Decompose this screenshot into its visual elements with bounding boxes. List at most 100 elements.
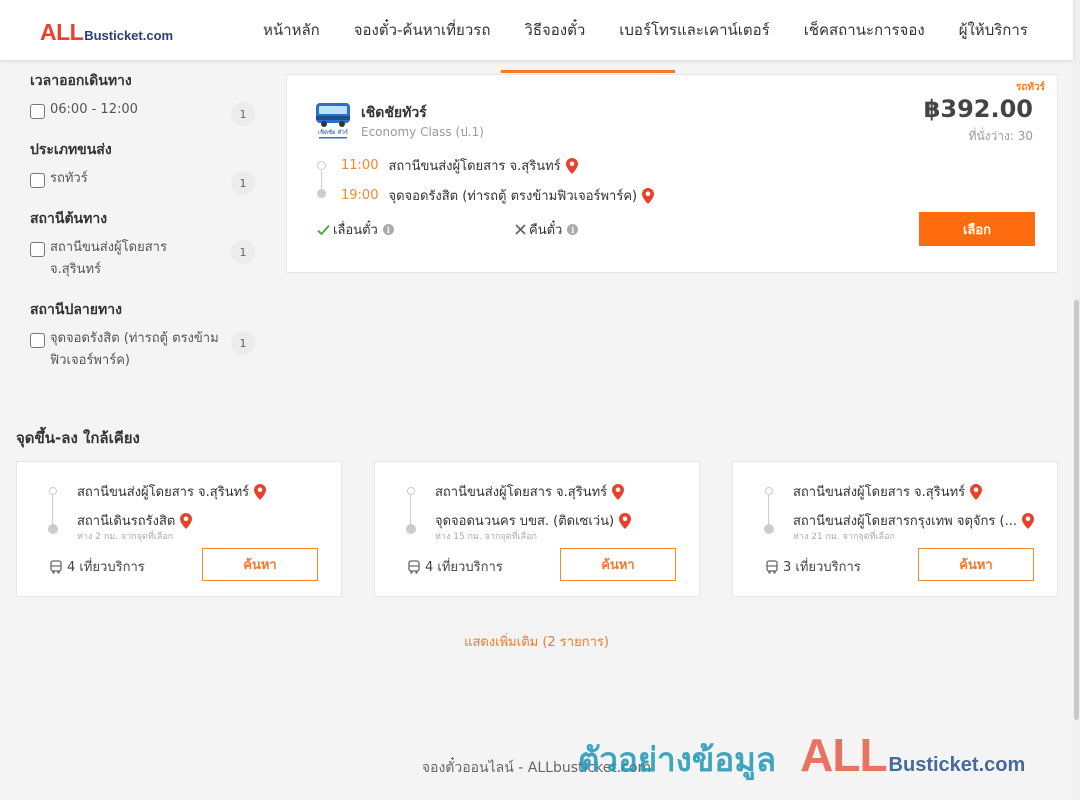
arrival-station: จุดจอดรังสิต (ท่ารถตู้ ตรงข้ามฟิวเจอร์พา… xyxy=(388,189,638,204)
nearby-trip-count: 4 เที่ยวบริการ xyxy=(407,556,503,577)
info-icon[interactable]: i xyxy=(382,224,394,235)
nearby-destination: สถานีขนส่งผู้โดยสารกรุงเทพ จตุจักร (... xyxy=(793,510,1034,531)
filter-title: สถานีปลายทาง xyxy=(30,302,122,318)
nav-check-status[interactable]: เช็คสถานะการจอง xyxy=(787,0,942,60)
filter-option-label: จุดจอดรังสิต (ท่ารถตู้ ตรงข้ามฟิวเจอร์พา… xyxy=(50,331,219,368)
route-line xyxy=(768,495,769,525)
filter-sidebar: เวลาออกเดินทาง 06:00 - 12:00 1 ประเภทขนส… xyxy=(30,70,255,390)
cross-icon xyxy=(515,224,526,235)
filter-count-badge: 1 xyxy=(231,240,255,264)
nearby-distance: ห่าง 15 กม. จากจุดที่เลือก xyxy=(435,532,537,542)
nav-how-to-book[interactable]: วิธีจองตั๋ว xyxy=(507,0,602,60)
filter-option[interactable]: จุดจอดรังสิต (ท่ารถตู้ ตรงข้ามฟิวเจอร์พา… xyxy=(30,331,255,372)
info-icon[interactable]: i xyxy=(567,224,579,235)
filter-transport-type: ประเภทขนส่ง รถทัวร์ 1 xyxy=(30,139,255,195)
filter-count-badge: 1 xyxy=(231,171,255,195)
nearby-card: สถานีขนส่งผู้โดยสาร จ.สุรินทร์ จุดจอดนวน… xyxy=(374,461,700,597)
checkbox[interactable] xyxy=(30,333,45,348)
origin-dot xyxy=(49,487,57,495)
show-more-link[interactable]: แสดงเพิ่มเติม (2 รายการ) xyxy=(0,631,1073,652)
route-line xyxy=(410,495,411,525)
refund-label: คืนตั๋ว xyxy=(529,223,563,238)
operator-name: เชิดชัยทัวร์ xyxy=(361,105,427,121)
nearby-distance: ห่าง 21 กม. จากจุดที่เลือก xyxy=(793,532,895,542)
filter-option-label: รถทัวร์ xyxy=(50,171,88,186)
filter-option[interactable]: สถานีขนส่งผู้โดยสาร จ.สุรินทร์ 1 xyxy=(30,240,255,281)
filter-count-badge: 1 xyxy=(231,331,255,355)
origin-dot xyxy=(765,487,773,495)
origin-dot xyxy=(407,487,415,495)
refund-policy: คืนตั๋ว i xyxy=(515,219,579,240)
checkbox[interactable] xyxy=(30,242,45,257)
site-logo[interactable]: ALL Busticket.com xyxy=(40,19,173,46)
map-pin-icon[interactable] xyxy=(254,483,267,500)
map-pin-icon[interactable] xyxy=(180,512,193,529)
filter-title: ประเภทขนส่ง xyxy=(30,142,112,158)
bus-icon xyxy=(50,559,62,574)
departure-time: 11:00 xyxy=(341,158,379,173)
checkbox[interactable] xyxy=(30,104,45,119)
map-pin-icon[interactable] xyxy=(1021,512,1034,529)
page-scrollbar[interactable] xyxy=(1073,0,1080,800)
nearby-section-title: จุดขึ้น-ลง ใกล้เคียง xyxy=(16,429,140,447)
filter-option[interactable]: รถทัวร์ 1 xyxy=(30,171,255,195)
arrival-dot xyxy=(317,189,326,198)
nav-book-search[interactable]: จองตั๋ว-ค้นหาเที่ยวรถ xyxy=(337,0,508,60)
nearby-destination: สถานีเดินรถรังสิต xyxy=(77,510,193,531)
filter-count-badge: 1 xyxy=(231,102,255,126)
ticket-price: ฿392.00 xyxy=(923,95,1033,123)
seats-available: ที่นั่งว่าง: 30 xyxy=(968,129,1033,143)
nearby-origin: สถานีขนส่งผู้โดยสาร จ.สุรินทร์ xyxy=(77,481,267,502)
nearby-search-button[interactable]: ค้นหา xyxy=(202,548,318,581)
nearby-distance: ห่าง 2 กม. จากจุดที่เลือก xyxy=(77,532,174,542)
nav-operators[interactable]: ผู้ให้บริการ xyxy=(942,0,1045,60)
nearby-search-button[interactable]: ค้นหา xyxy=(918,548,1034,581)
filter-departure-time: เวลาออกเดินทาง 06:00 - 12:00 1 xyxy=(30,70,255,126)
map-pin-icon[interactable] xyxy=(619,512,632,529)
scrollbar-thumb[interactable] xyxy=(1074,300,1079,720)
map-pin-icon[interactable] xyxy=(612,483,625,500)
nearby-search-button[interactable]: ค้นหา xyxy=(560,548,676,581)
filter-option-label: 06:00 - 12:00 xyxy=(50,102,138,117)
bus-icon xyxy=(766,559,778,574)
destination-dot xyxy=(48,524,58,534)
seat-class: Economy Class (ป.1) xyxy=(361,125,484,139)
filter-title: สถานีต้นทาง xyxy=(30,211,108,227)
nearby-destination: จุดจอดนวนคร บขส. (ติดเซเว่น) xyxy=(435,510,632,531)
operator-logo: เชิดชัย ทัวร์ xyxy=(316,103,350,139)
arrival-stop: 19:00 จุดจอดรังสิต (ท่ารถตู้ ตรงข้ามฟิวเ… xyxy=(341,185,655,206)
nearby-trip-count: 4 เที่ยวบริการ xyxy=(49,556,145,577)
map-pin-icon[interactable] xyxy=(970,483,983,500)
destination-dot xyxy=(406,524,416,534)
departure-stop: 11:00 สถานีขนส่งผู้โดยสาร จ.สุรินทร์ xyxy=(341,155,578,176)
nav-phone-counters[interactable]: เบอร์โทรและเคาน์เตอร์ xyxy=(602,0,786,60)
departure-station: สถานีขนส่งผู้โดยสาร จ.สุรินทร์ xyxy=(388,159,561,174)
map-pin-icon[interactable] xyxy=(642,187,655,204)
destination-dot xyxy=(764,524,774,534)
select-trip-button[interactable]: เลือก xyxy=(919,212,1035,246)
nearby-origin: สถานีขนส่งผู้โดยสาร จ.สุรินทร์ xyxy=(435,481,625,502)
bus-type-tag: รถทัวร์ xyxy=(1015,82,1045,93)
route-line xyxy=(321,171,322,189)
nearby-card: สถานีขนส่งผู้โดยสาร จ.สุรินทร์ สถานีขนส่… xyxy=(732,461,1058,597)
trip-result-card: รถทัวร์ เชิดชัย ทัวร์ เชิดชัยทัวร์ Econo… xyxy=(286,74,1058,273)
check-icon xyxy=(317,224,330,235)
filter-option-label: สถานีขนส่งผู้โดยสาร จ.สุรินทร์ xyxy=(50,240,167,277)
departure-dot xyxy=(317,161,326,170)
map-pin-icon[interactable] xyxy=(565,157,578,174)
nearby-origin: สถานีขนส่งผู้โดยสาร จ.สุรินทร์ xyxy=(793,481,983,502)
checkbox[interactable] xyxy=(30,173,45,188)
footer-text: จองตั๋วออนไลน์ - ALLbusticket.com xyxy=(421,760,652,776)
bus-icon xyxy=(408,559,420,574)
filter-origin-station: สถานีต้นทาง สถานีขนส่งผู้โดยสาร จ.สุรินท… xyxy=(30,208,255,281)
filter-option[interactable]: 06:00 - 12:00 1 xyxy=(30,102,255,126)
operator-logo-text: เชิดชัย ทัวร์ xyxy=(318,128,349,136)
active-tab-indicator xyxy=(501,70,675,73)
main-nav: หน้าหลัก จองตั๋ว-ค้นหาเที่ยวรถ วิธีจองตั… xyxy=(246,0,1045,60)
reschedule-label: เลื่อนตั๋ว xyxy=(333,223,378,238)
reschedule-policy: เลื่อนตั๋ว i xyxy=(317,219,394,240)
nearby-card: สถานีขนส่งผู้โดยสาร จ.สุรินทร์ สถานีเดิน… xyxy=(16,461,342,597)
arrival-time: 19:00 xyxy=(341,188,379,203)
nav-home[interactable]: หน้าหลัก xyxy=(246,0,337,60)
route-line xyxy=(52,495,53,525)
